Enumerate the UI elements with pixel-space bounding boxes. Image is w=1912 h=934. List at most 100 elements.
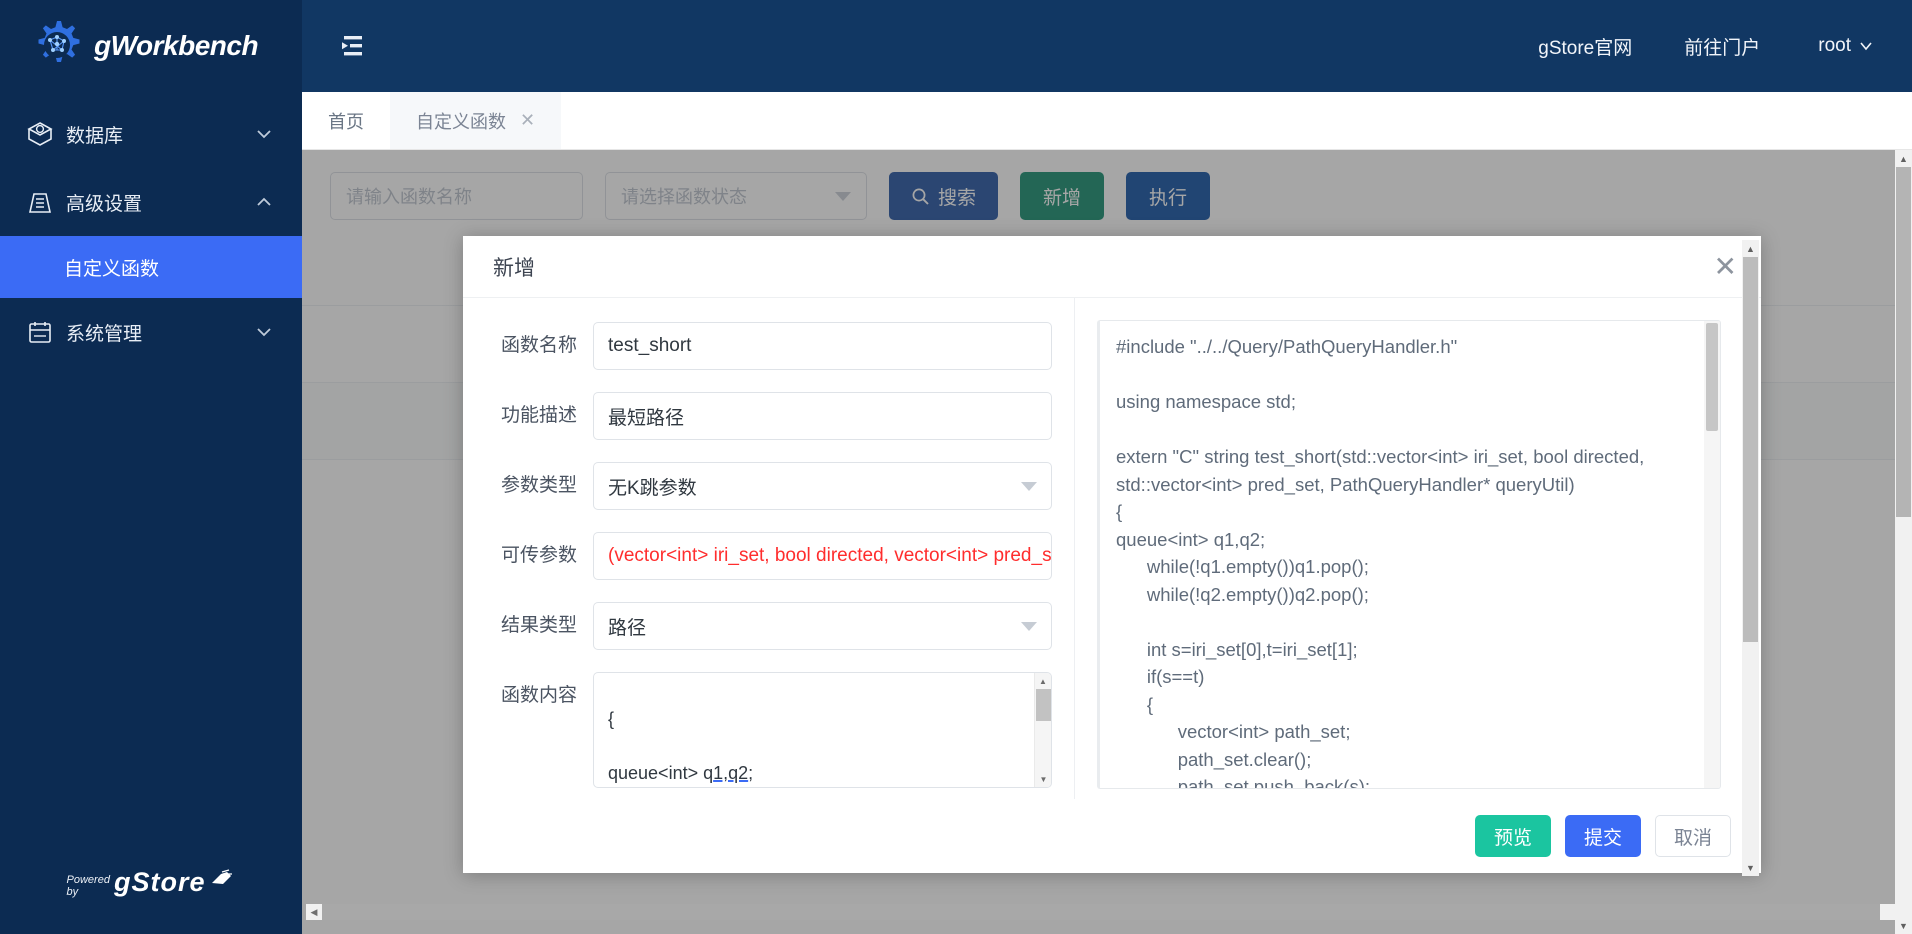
field-label: 功能描述 <box>481 392 593 440</box>
tab-custom-function[interactable]: 自定义函数 ✕ <box>390 92 561 149</box>
chevron-down-icon <box>1021 622 1037 631</box>
result-type-select[interactable]: 路径 <box>593 602 1052 650</box>
execute-button[interactable]: 执行 <box>1126 172 1210 220</box>
chevron-down-icon <box>835 192 851 201</box>
field-label: 参数类型 <box>481 462 593 510</box>
scroll-down-arrow-icon[interactable]: ▼ <box>1895 917 1912 934</box>
preview-button[interactable]: 预览 <box>1475 815 1551 857</box>
gear-network-icon <box>30 19 84 73</box>
code-line: queue<int> q1,q2; <box>608 763 753 783</box>
code-line: { <box>608 709 614 729</box>
add-function-modal: 新增 ✕ 函数名称 test_short 功能描述 最短路径 参数类型 无K跳参… <box>463 236 1761 873</box>
scroll-up-arrow-icon[interactable]: ▲ <box>1035 673 1051 689</box>
form-row-function-name: 函数名称 test_short <box>481 322 1052 370</box>
add-button[interactable]: 新增 <box>1020 172 1104 220</box>
function-name-input[interactable]: test_short <box>593 322 1052 370</box>
sidebar-menu: 数据库 高级设置 自定义函数 <box>0 100 302 366</box>
scroll-down-arrow-icon[interactable]: ▼ <box>1035 771 1052 787</box>
scroll-up-arrow-icon[interactable]: ▲ <box>1895 150 1912 167</box>
field-label: 可传参数 <box>481 532 593 580</box>
sidebar-subitem-label: 自定义函数 <box>64 254 159 281</box>
scroll-up-arrow-icon[interactable]: ▲ <box>1742 240 1759 257</box>
status-select-value: 请选择函数状态 <box>621 183 747 209</box>
powered-label-1: Powered <box>67 874 110 886</box>
form-row-param-type: 参数类型 无K跳参数 <box>481 462 1052 510</box>
powered-label-2: by <box>67 886 110 898</box>
search-button[interactable]: 搜索 <box>889 172 998 220</box>
close-icon[interactable]: ✕ <box>1714 253 1737 281</box>
modal-code-preview-panel: #include "../../Query/PathQueryHandler.h… <box>1075 298 1761 799</box>
description-input[interactable]: 最短路径 <box>593 392 1052 440</box>
topbar: gStore官网 前往门户 root <box>302 0 1912 92</box>
user-name: root <box>1818 35 1851 57</box>
hamburger-collapse-icon[interactable] <box>338 33 366 59</box>
horizontal-scroll-thumb[interactable] <box>322 904 1880 920</box>
chevron-down-icon <box>254 124 274 144</box>
function-content-textarea[interactable]: { queue<int> q1,q2; while(!q1.empty())q1… <box>593 672 1052 788</box>
chevron-down-icon <box>1021 482 1037 491</box>
submit-button[interactable]: 提交 <box>1565 815 1641 857</box>
code-token: ; <box>748 763 753 783</box>
topnav-link-portal[interactable]: 前往门户 <box>1684 33 1760 60</box>
system-board-icon <box>26 318 54 346</box>
cancel-button[interactable]: 取消 <box>1655 815 1731 857</box>
modal-vertical-scrollbar[interactable]: ▲ ▼ <box>1742 240 1759 876</box>
horizontal-scrollbar[interactable]: ◀ <box>306 904 1896 920</box>
page-vertical-scrollbar[interactable]: ▲ ▼ <box>1895 150 1912 934</box>
sidebar-item-label: 系统管理 <box>66 319 254 346</box>
sidebar-item-custom-function[interactable]: 自定义函数 <box>0 236 302 298</box>
code-preview-scrollbar[interactable] <box>1704 321 1720 788</box>
sidebar-item-advanced-settings[interactable]: 高级设置 <box>0 168 302 236</box>
add-button-label: 新增 <box>1043 183 1081 210</box>
database-icon <box>26 120 54 148</box>
code-preview-scroll-thumb[interactable] <box>1706 323 1718 431</box>
app-root: gWorkbench 数据库 高级设置 <box>0 0 1912 934</box>
function-content-text: { queue<int> q1,q2; while(!q1.empty())q1… <box>594 673 1051 787</box>
form-row-result-type: 结果类型 路径 <box>481 602 1052 650</box>
code-preview-text: #include "../../Query/PathQueryHandler.h… <box>1100 321 1720 788</box>
brand-name: gWorkbench <box>94 30 258 62</box>
scroll-left-arrow-icon[interactable]: ◀ <box>306 907 322 918</box>
tab-label: 自定义函数 <box>416 108 506 134</box>
gstore-wordmark: gStore <box>114 867 206 898</box>
form-row-content: 函数内容 { queue<int> q1,q2; while(!q1.empty… <box>481 672 1052 788</box>
field-label: 结果类型 <box>481 602 593 650</box>
modal-body: 函数名称 test_short 功能描述 最短路径 参数类型 无K跳参数 可传参… <box>463 298 1761 799</box>
textarea-scrollbar[interactable]: ▲ ▼ <box>1034 673 1051 787</box>
tab-home[interactable]: 首页 <box>302 92 390 149</box>
chevron-down-icon <box>1858 38 1874 54</box>
sidebar: gWorkbench 数据库 高级设置 <box>0 0 302 934</box>
modal-title: 新增 <box>493 252 1714 282</box>
field-label: 函数内容 <box>481 672 593 720</box>
sidebar-item-system-management[interactable]: 系统管理 <box>0 298 302 366</box>
scroll-down-arrow-icon[interactable]: ▼ <box>1742 859 1759 876</box>
modal-footer: 预览 提交 取消 <box>463 799 1761 873</box>
param-type-select[interactable]: 无K跳参数 <box>593 462 1052 510</box>
textarea-scroll-thumb[interactable] <box>1036 689 1051 721</box>
field-label: 函数名称 <box>481 322 593 370</box>
code-preview-pane: #include "../../Query/PathQueryHandler.h… <box>1097 320 1721 789</box>
user-menu[interactable]: root <box>1818 35 1874 57</box>
powered-by-gstore-logo: Powered by gStore <box>0 867 302 898</box>
brand[interactable]: gWorkbench <box>0 0 302 92</box>
form-row-params: 可传参数 (vector<int> iri_set, bool directed… <box>481 532 1052 580</box>
code-token: queue<int> q <box>608 763 713 783</box>
search-icon <box>911 187 930 206</box>
search-input[interactable]: 请输入函数名称 <box>330 172 583 220</box>
code-token-spellchecked: 1,q2 <box>713 763 748 783</box>
modal-form-panel: 函数名称 test_short 功能描述 最短路径 参数类型 无K跳参数 可传参… <box>463 298 1075 799</box>
close-icon[interactable]: ✕ <box>520 110 535 131</box>
status-select[interactable]: 请选择函数状态 <box>605 172 867 220</box>
search-button-label: 搜索 <box>938 183 976 210</box>
sidebar-item-label: 数据库 <box>66 121 254 148</box>
topnav-link-gstore-site[interactable]: gStore官网 <box>1538 33 1632 60</box>
form-row-description: 功能描述 最短路径 <box>481 392 1052 440</box>
sidebar-item-database[interactable]: 数据库 <box>0 100 302 168</box>
params-input[interactable]: (vector<int> iri_set, bool directed, vec… <box>593 532 1052 580</box>
chevron-down-icon <box>254 322 274 342</box>
page-vertical-scroll-thumb[interactable] <box>1896 167 1911 517</box>
modal-vertical-scroll-thumb[interactable] <box>1743 257 1758 642</box>
param-type-value: 无K跳参数 <box>608 473 697 500</box>
sidebar-item-label: 高级设置 <box>66 189 254 216</box>
tab-label: 首页 <box>328 108 364 134</box>
